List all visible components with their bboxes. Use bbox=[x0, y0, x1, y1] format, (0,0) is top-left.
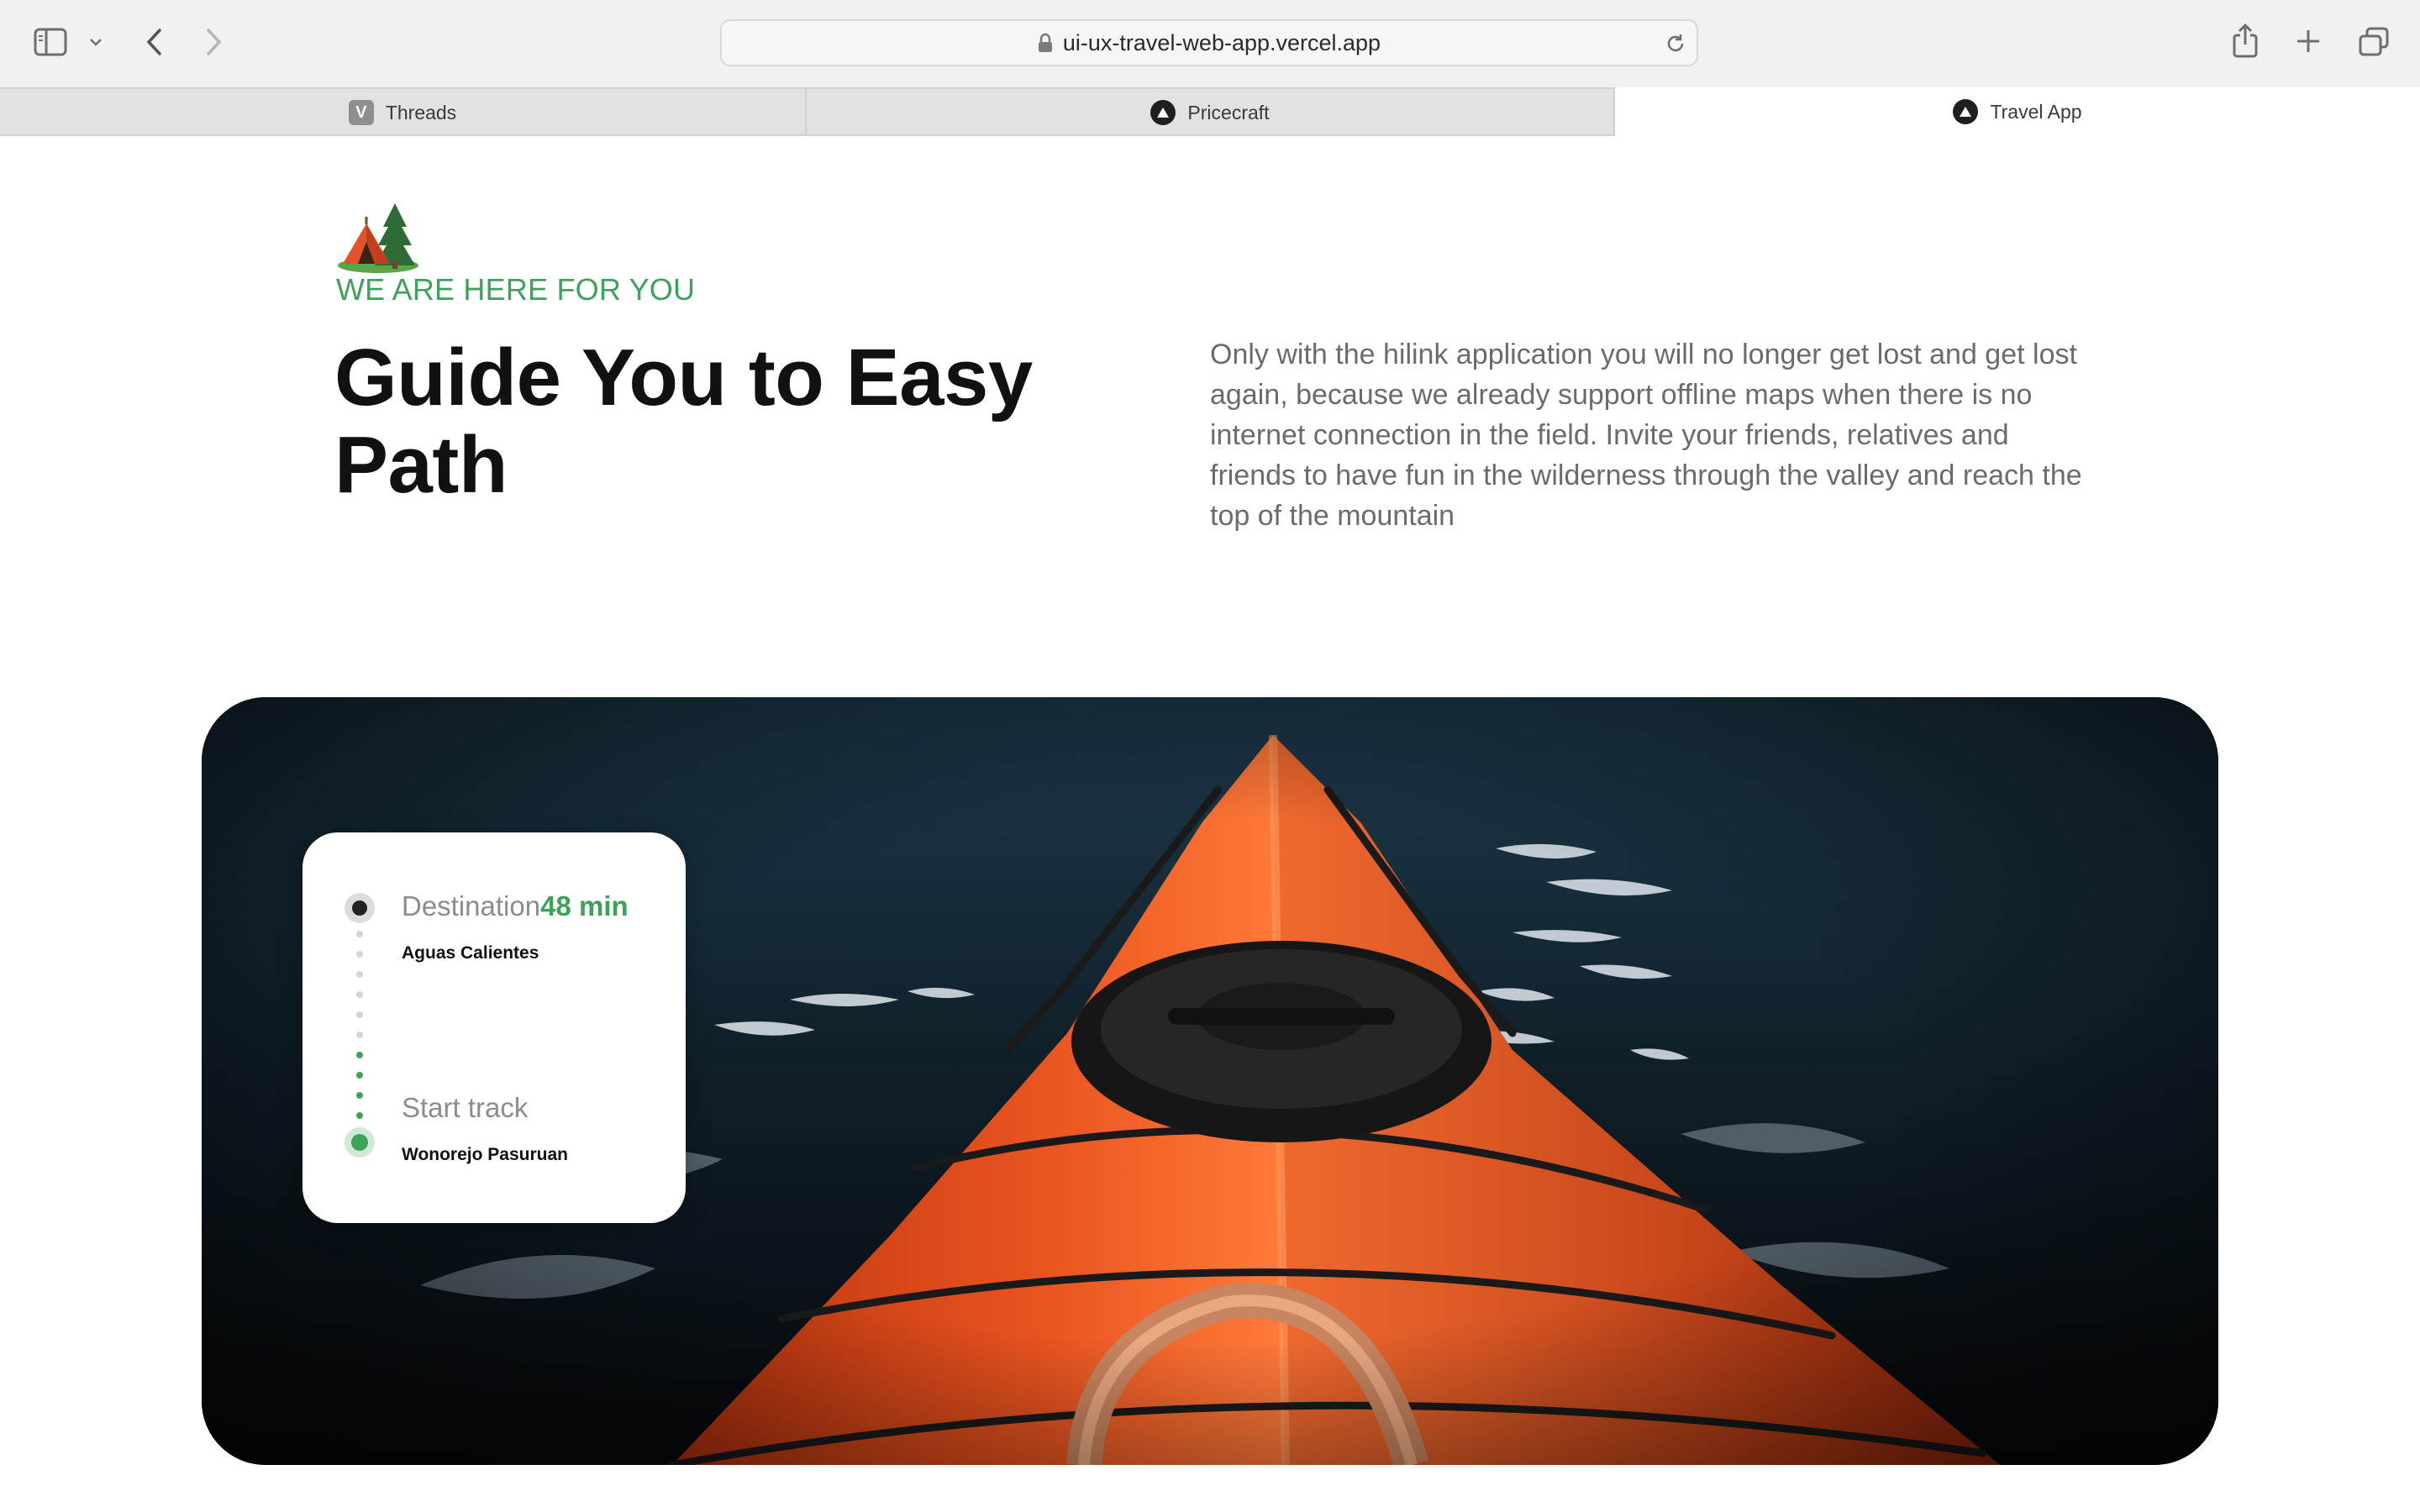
route-dot bbox=[356, 1072, 363, 1079]
camping-tent-icon bbox=[338, 203, 418, 273]
route-dot bbox=[356, 1011, 363, 1018]
tab-pricecraft[interactable]: Pricecraft bbox=[807, 89, 1613, 136]
route-dot bbox=[356, 971, 363, 978]
tab-overview-icon[interactable] bbox=[2358, 27, 2390, 57]
url-text: ui-ux-travel-web-app.vercel.app bbox=[1062, 29, 1381, 55]
sidebar-toggle-icon[interactable] bbox=[34, 28, 67, 56]
tab-label: Threads bbox=[385, 101, 457, 123]
route-dot bbox=[356, 1052, 363, 1058]
headline-line-2: Path bbox=[334, 420, 508, 510]
address-bar[interactable]: ui-ux-travel-web-app.vercel.app bbox=[720, 19, 1698, 66]
section-eyebrow: WE ARE HERE FOR YOU bbox=[336, 272, 696, 307]
tab-threads[interactable]: V Threads bbox=[0, 89, 807, 136]
share-icon[interactable] bbox=[2232, 24, 2259, 59]
start-marker-dot bbox=[351, 1134, 368, 1151]
destination-marker-dot bbox=[352, 900, 367, 916]
route-dot bbox=[356, 1112, 363, 1119]
triangle-icon bbox=[1150, 100, 1176, 125]
reload-icon[interactable] bbox=[1665, 33, 1686, 55]
section-description: Only with the hilink application you wil… bbox=[1210, 339, 2082, 532]
route-dot bbox=[356, 931, 363, 937]
destination-label: Destination48 min bbox=[402, 890, 629, 922]
destination-label-text: Destination bbox=[402, 890, 541, 921]
destination-time: 48 min bbox=[540, 890, 629, 921]
browser-toolbar: ui-ux-travel-web-app.vercel.app bbox=[0, 0, 2420, 87]
forward-arrow-icon[interactable] bbox=[205, 28, 224, 56]
triangle-icon bbox=[1953, 99, 1979, 124]
destination-place: Aguas Calientes bbox=[402, 943, 539, 963]
route-dot bbox=[356, 1092, 363, 1099]
back-arrow-icon[interactable] bbox=[145, 28, 163, 56]
tab-label: Travel App bbox=[1990, 100, 2082, 123]
threads-favicon-icon: V bbox=[348, 100, 374, 125]
new-tab-plus-icon[interactable] bbox=[2296, 29, 2321, 54]
tab-label: Pricecraft bbox=[1187, 101, 1270, 123]
chevron-down-icon[interactable] bbox=[89, 37, 103, 47]
lock-icon bbox=[1038, 33, 1052, 52]
start-track-label: Start track bbox=[402, 1092, 529, 1123]
page-title: Guide You to Easy Path bbox=[334, 334, 1091, 509]
tab-travel-app[interactable]: Travel App bbox=[1613, 87, 2420, 136]
tab-bar: V Threads Pricecraft Travel App bbox=[0, 87, 2420, 136]
route-dot bbox=[356, 1032, 363, 1038]
headline-line-1: Guide You to Easy bbox=[334, 333, 1033, 423]
route-dot bbox=[356, 991, 363, 998]
start-place: Wonorejo Pasuruan bbox=[402, 1145, 568, 1164]
route-dot bbox=[356, 951, 363, 958]
